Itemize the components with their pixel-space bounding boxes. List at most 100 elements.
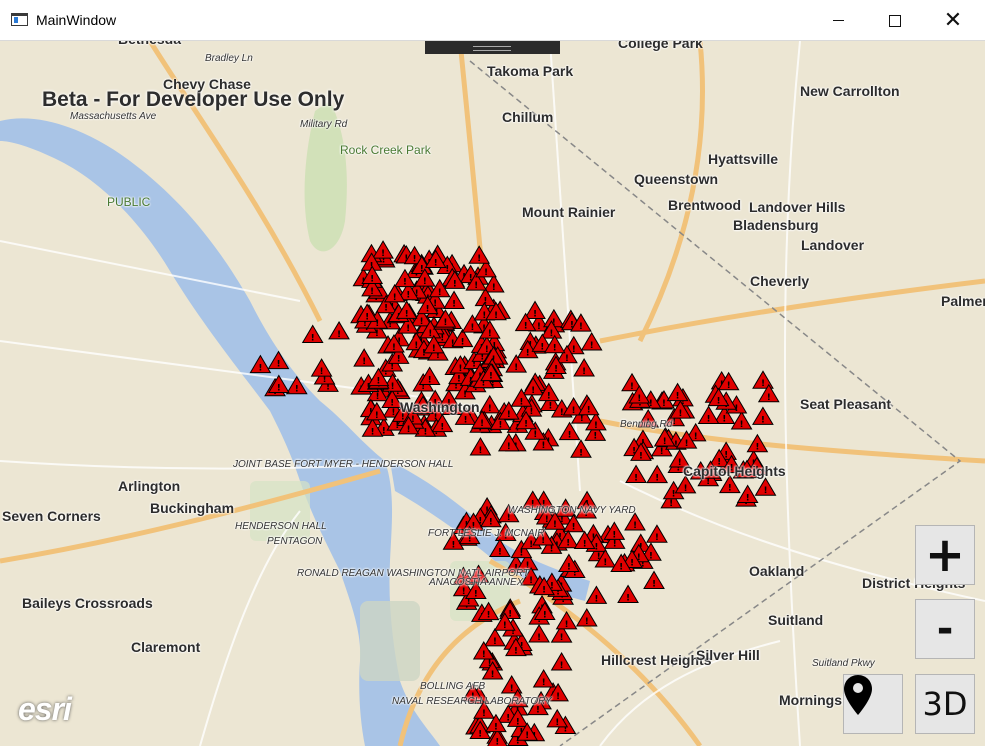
maximize-icon [889, 15, 901, 27]
marker-exclamation-glyph: ! [365, 312, 369, 322]
place-label: JOINT BASE FORT MYER - HENDERSON HALL [233, 459, 454, 470]
marker-exclamation-glyph: ! [676, 392, 680, 402]
marker-exclamation-glyph: ! [560, 661, 564, 671]
marker-exclamation-glyph: ! [549, 544, 553, 554]
place-label: Washington [400, 399, 480, 415]
marker-exclamation-glyph: ! [474, 590, 478, 600]
title-bar: MainWindow ✕ [0, 0, 985, 41]
marker-exclamation-glyph: ! [445, 265, 449, 275]
marker-exclamation-glyph: ! [637, 394, 641, 404]
marker-exclamation-glyph: ! [474, 281, 478, 291]
marker-exclamation-glyph: ! [533, 310, 537, 320]
marker-exclamation-glyph: ! [382, 426, 386, 436]
locate-button[interactable] [843, 674, 903, 734]
marker-exclamation-glyph: ! [406, 291, 410, 301]
marker-exclamation-glyph: ! [452, 300, 456, 310]
place-label: Landover [801, 237, 865, 253]
zoom-in-button[interactable]: + [915, 525, 975, 585]
marker-exclamation-glyph: ! [440, 333, 444, 343]
marker-exclamation-glyph: ! [485, 345, 489, 355]
marker-exclamation-glyph: ! [582, 367, 586, 377]
marker-exclamation-glyph: ! [488, 404, 492, 414]
place-label: Landover Hills [749, 199, 846, 215]
place-label: Rock Creek Park [340, 143, 431, 157]
marker-exclamation-glyph: ! [457, 375, 461, 385]
marker-exclamation-glyph: ! [619, 562, 623, 572]
marker-exclamation-glyph: ! [683, 484, 687, 494]
minimize-button[interactable] [815, 0, 861, 41]
place-label: WASHINGTON NAVY YARD [508, 505, 636, 516]
marker-exclamation-glyph: ! [295, 385, 299, 395]
marker-exclamation-glyph: ! [594, 542, 598, 552]
maximize-button[interactable] [872, 0, 918, 41]
marker-exclamation-glyph: ! [662, 399, 666, 409]
marker-exclamation-glyph: ! [519, 397, 523, 407]
marker-exclamation-glyph: ! [541, 441, 545, 451]
marker-exclamation-glyph: ! [763, 486, 767, 496]
marker-exclamation-glyph: ! [542, 678, 546, 688]
marker-exclamation-glyph: ! [403, 278, 407, 288]
place-label: Suitland Pkwy [812, 658, 875, 669]
zoom-out-button[interactable]: - [915, 599, 975, 659]
close-button[interactable]: ✕ [930, 0, 976, 41]
marker-exclamation-glyph: ! [413, 255, 417, 265]
place-label: ANACOSTIA ANNEX [429, 577, 524, 588]
toggle-3d-button[interactable]: 3D [915, 674, 975, 734]
marker-exclamation-glyph: ! [548, 402, 552, 412]
marker-exclamation-glyph: ! [560, 633, 564, 643]
marker-exclamation-glyph: ! [460, 338, 464, 348]
marker-exclamation-glyph: ! [555, 718, 559, 728]
marker-exclamation-glyph: ! [639, 451, 643, 461]
panel-drag-handle[interactable] [425, 41, 560, 54]
marker-exclamation-glyph: ! [572, 345, 576, 355]
marker-exclamation-glyph: ! [526, 349, 530, 359]
marker-exclamation-glyph: ! [406, 324, 410, 334]
marker-exclamation-glyph: ! [529, 407, 533, 417]
marker-exclamation-glyph: ! [426, 305, 430, 315]
marker-exclamation-glyph: ! [565, 354, 569, 364]
marker-exclamation-glyph: ! [519, 549, 523, 559]
marker-exclamation-glyph: ! [613, 539, 617, 549]
marker-exclamation-glyph: ! [510, 684, 514, 694]
place-label: Silver Hill [696, 647, 760, 663]
marker-exclamation-glyph: ! [489, 518, 493, 528]
marker-exclamation-glyph: ! [480, 419, 484, 429]
marker-exclamation-glyph: ! [560, 408, 564, 418]
marker-exclamation-glyph: ! [761, 379, 765, 389]
marker-exclamation-glyph: ! [740, 420, 744, 430]
marker-exclamation-glyph: ! [531, 386, 535, 396]
place-label: Military Rd [300, 119, 348, 130]
marker-exclamation-glyph: ! [694, 432, 698, 442]
map-view[interactable]: !!!!!!!!!!!!!!!!!!!!!!!!!!!!!!!!!!!!!!!!… [0, 41, 985, 746]
marker-exclamation-glyph: ! [393, 293, 397, 303]
marker-exclamation-glyph: ! [587, 406, 591, 416]
marker-exclamation-glyph: ! [407, 425, 411, 435]
app-window-icon [11, 13, 28, 26]
place-label: Mount Rainier [522, 204, 616, 220]
marker-exclamation-glyph: ! [672, 490, 676, 500]
marker-exclamation-glyph: ! [652, 579, 656, 589]
marker-exclamation-glyph: ! [529, 576, 533, 586]
marker-exclamation-glyph: ! [370, 274, 374, 284]
marker-exclamation-glyph: ! [451, 540, 455, 550]
marker-exclamation-glyph: ! [493, 637, 497, 647]
marker-exclamation-glyph: ! [678, 409, 682, 419]
place-label: Benning Rd [620, 419, 673, 430]
marker-exclamation-glyph: ! [565, 620, 569, 630]
marker-exclamation-glyph: ! [553, 344, 557, 354]
marker-exclamation-glyph: ! [487, 611, 491, 621]
place-label: Takoma Park [487, 63, 574, 79]
marker-exclamation-glyph: ! [537, 322, 541, 332]
marker-exclamation-glyph: ! [507, 410, 511, 420]
marker-exclamation-glyph: ! [540, 342, 544, 352]
place-label: Bethesda [118, 41, 181, 47]
marker-exclamation-glyph: ! [311, 333, 315, 343]
place-label: Capitol Heights [683, 463, 786, 479]
place-label: Hillcrest Heights [601, 652, 712, 668]
marker-exclamation-glyph: ! [484, 268, 488, 278]
marker-exclamation-glyph: ! [649, 551, 653, 561]
place-label: Hyattsville [708, 151, 779, 167]
marker-exclamation-glyph: ! [542, 586, 546, 596]
marker-exclamation-glyph: ! [381, 249, 385, 259]
marker-exclamation-glyph: ! [423, 427, 427, 437]
